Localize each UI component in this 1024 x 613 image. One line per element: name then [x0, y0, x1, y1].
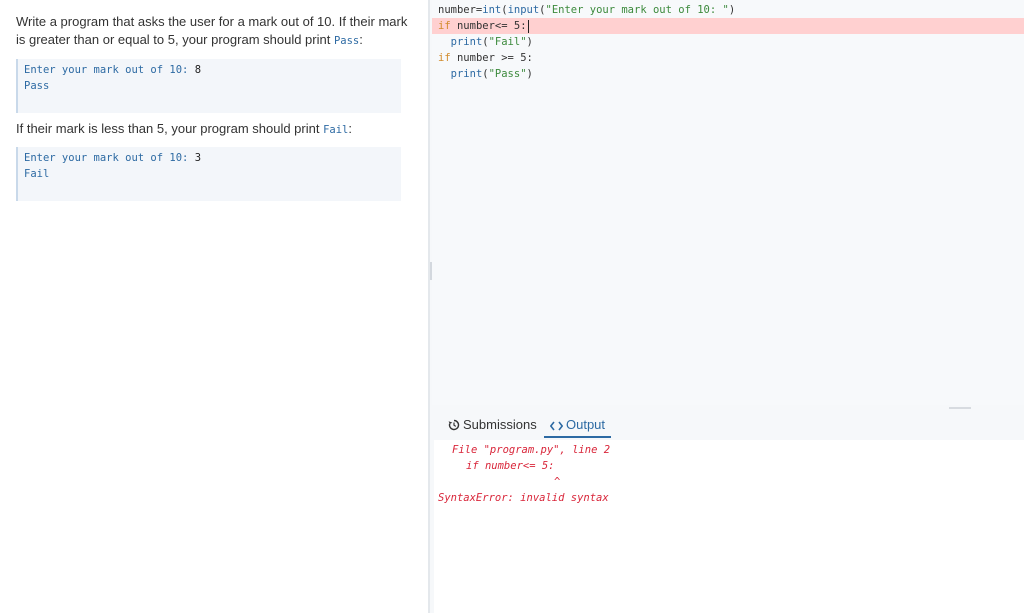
tab-output[interactable]: Output	[544, 411, 612, 438]
output-tabs: Submissions Output	[434, 411, 1024, 439]
code-line-1[interactable]: number=int(input("Enter your mark out of…	[432, 2, 1024, 18]
code-token: )	[526, 36, 533, 48]
code-token: "Pass"	[488, 68, 527, 80]
example-input-value: 3	[194, 152, 202, 164]
code-token: "Fail"	[488, 36, 527, 48]
tab-output-label: Output	[566, 417, 606, 432]
code-editor[interactable]: number=int(input("Enter your mark out of…	[432, 0, 1024, 405]
code-token: if	[438, 20, 451, 32]
code-line-2-error[interactable]: if number<= 5:	[432, 18, 1024, 34]
text-cursor	[527, 19, 529, 33]
example-output: Fail	[24, 168, 50, 180]
output-console: File "program.py", line 2 if number<= 5:…	[434, 440, 1024, 613]
example-output: Pass	[24, 80, 50, 92]
code-brackets-icon	[549, 421, 564, 431]
code-token: )	[728, 4, 736, 16]
code-token: number<= 5:	[450, 20, 527, 32]
code-token: number=	[438, 4, 483, 16]
code-token: )	[526, 68, 533, 80]
instructions-text-1-end: :	[359, 32, 363, 47]
error-source-line: if number<= 5:	[466, 460, 555, 472]
pane-resize-grip[interactable]	[430, 262, 432, 280]
instructions-text-2: If their mark is less than 5, your progr…	[16, 121, 324, 136]
code-line-3[interactable]: print("Fail")	[432, 34, 1024, 50]
inline-code-pass: Pass	[333, 35, 360, 47]
instructions-paragraph-1: Write a program that asks the user for a…	[16, 13, 408, 50]
code-token: print	[450, 36, 483, 48]
example-prompt: Enter your mark out of 10:	[24, 64, 195, 76]
error-message: SyntaxError: invalid syntax	[438, 492, 609, 504]
code-token: "Enter your mark out of 10: "	[545, 4, 729, 16]
code-token: print	[450, 68, 483, 80]
tab-submissions[interactable]: Submissions	[442, 411, 543, 438]
instructions-text-2-end: :	[348, 121, 352, 136]
code-line-5[interactable]: print("Pass")	[432, 66, 1024, 82]
pane-divider[interactable]	[428, 0, 430, 613]
example-block-2: Enter your mark out of 10: 3 Fail	[16, 147, 401, 201]
code-token: int	[482, 4, 502, 16]
error-caret: ^	[554, 476, 561, 488]
code-line-4[interactable]: if number >= 5:	[432, 50, 1024, 66]
tab-submissions-label: Submissions	[463, 417, 537, 432]
example-prompt: Enter your mark out of 10:	[24, 152, 195, 164]
example-block-1: Enter your mark out of 10: 8 Pass	[16, 59, 401, 113]
output-resize-handle[interactable]	[949, 407, 971, 409]
example-input-value: 8	[194, 64, 202, 76]
instructions-paragraph-2: If their mark is less than 5, your progr…	[16, 120, 408, 139]
code-token: if	[438, 52, 451, 64]
code-token: input	[507, 4, 540, 16]
code-token: number >= 5:	[450, 52, 533, 64]
error-traceback-line: File "program.py", line 2	[452, 444, 611, 456]
instructions-pane: Write a program that asks the user for a…	[0, 0, 428, 613]
inline-code-fail: Fail	[323, 124, 349, 136]
history-icon	[448, 419, 460, 431]
